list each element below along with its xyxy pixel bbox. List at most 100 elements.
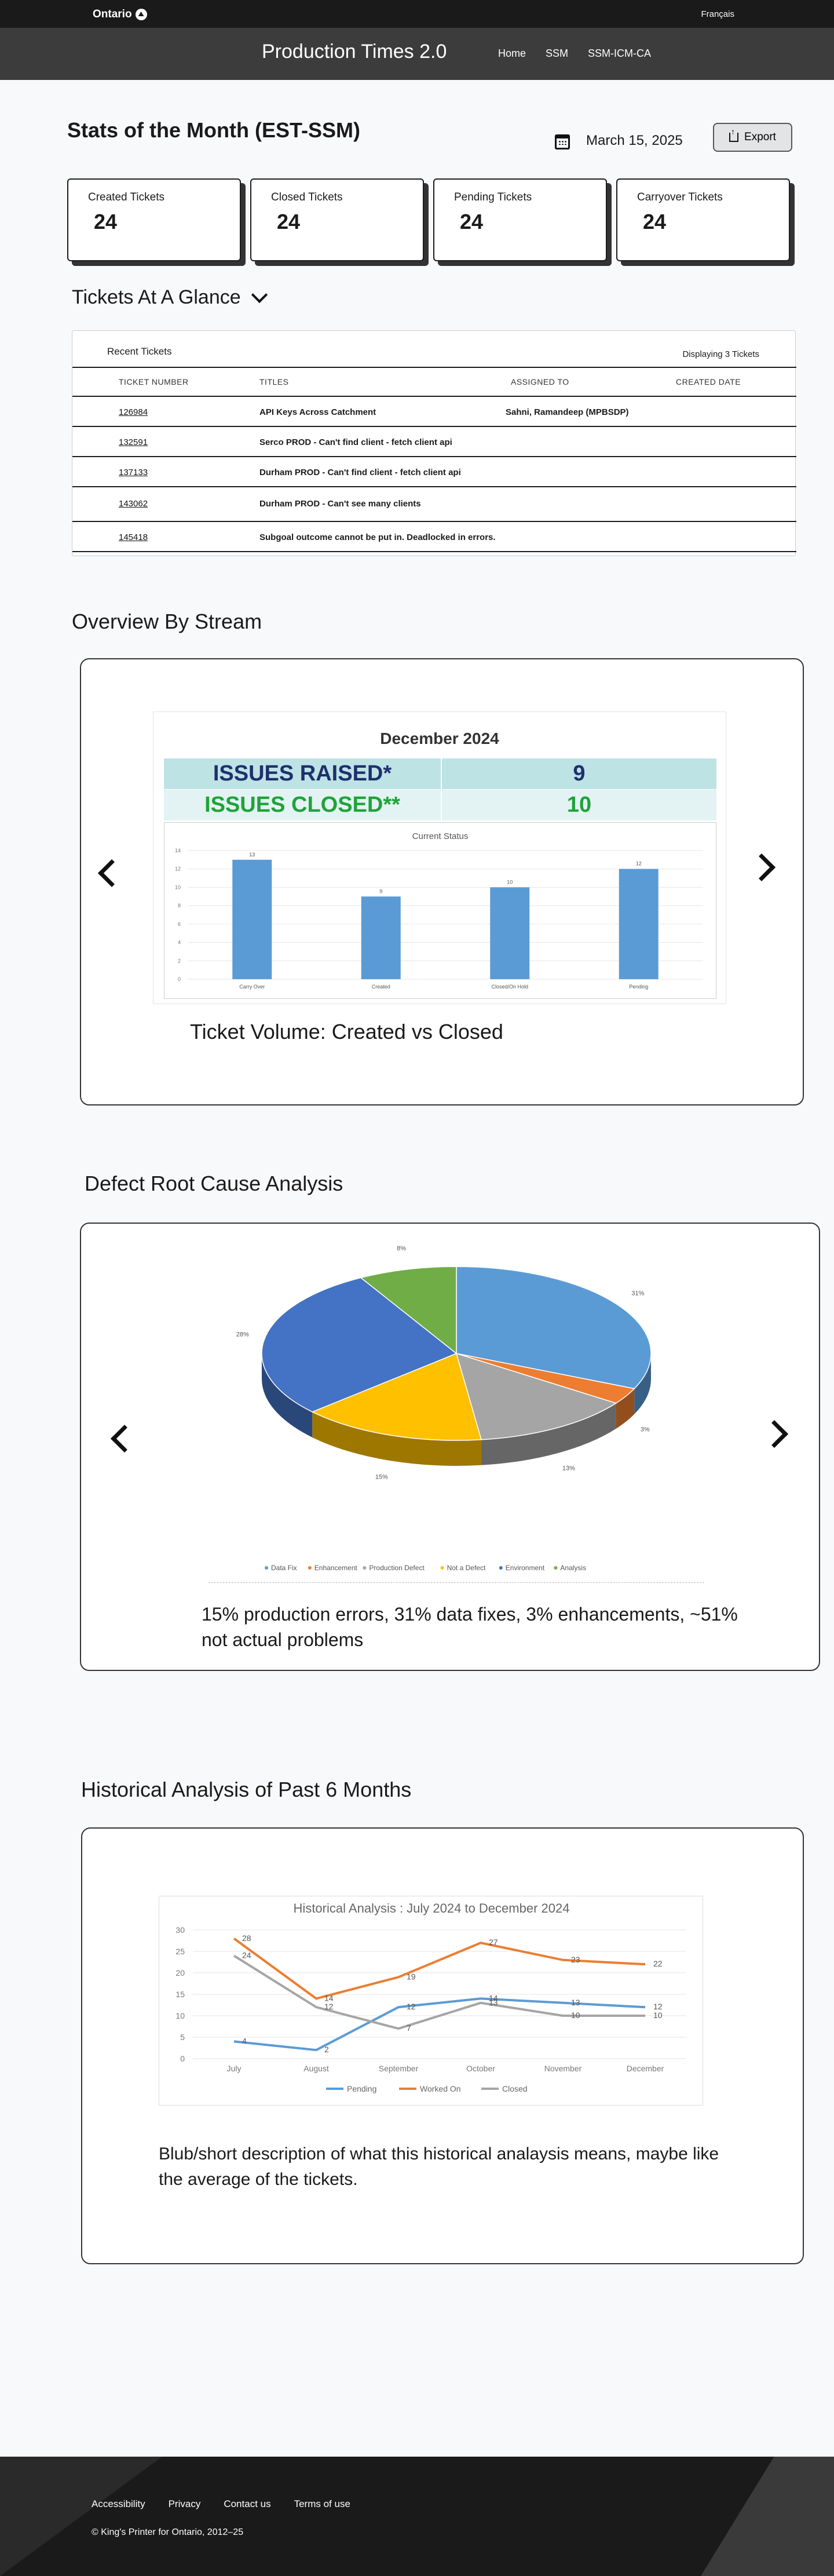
displaying-count: Displaying 3 Tickets: [682, 349, 759, 359]
y-tick-label: 15: [175, 1990, 185, 1999]
ticket-number-link[interactable]: 132591: [119, 437, 148, 447]
legend-label: Not a Defect: [447, 1564, 486, 1572]
bar-value-label: 13: [249, 852, 255, 858]
column-header[interactable]: ASSIGNED TO: [511, 377, 569, 386]
footer-copyright: © King's Printer for Ontario, 2012–25: [92, 2527, 244, 2537]
y-tick-label: 6: [178, 921, 181, 927]
data-label: 12: [653, 2002, 663, 2011]
stats-date: March 15, 2025: [586, 133, 683, 148]
bar-value-label: 9: [379, 888, 382, 894]
table-row[interactable]: 137133 Durham PROD - Can't find client -…: [72, 457, 796, 486]
legend-label: Analysis: [560, 1564, 586, 1572]
issues-closed-row: ISSUES CLOSED** 10: [164, 790, 716, 820]
x-tick-label: August: [303, 2064, 329, 2073]
y-tick-label: 12: [175, 866, 181, 872]
legend-marker: [554, 1566, 558, 1570]
divider: [72, 551, 796, 552]
x-tick-label: July: [227, 2064, 242, 2073]
stat-card-value: 24: [643, 210, 667, 233]
calendar-icon[interactable]: [555, 134, 570, 149]
bar-value-label: 10: [507, 879, 513, 885]
stat-card-pending: Pending Tickets 24: [433, 178, 607, 261]
data-label: 10: [571, 2011, 580, 2020]
legend-label: Pending: [347, 2084, 376, 2093]
ticket-title: Subgoal outcome cannot be put in. Deadlo…: [259, 532, 496, 542]
y-tick-label: 4: [178, 940, 181, 946]
stat-card-value: 24: [277, 210, 301, 233]
legend-marker: [265, 1566, 268, 1570]
issues-raised-label: ISSUES RAISED*: [164, 758, 441, 789]
table-row[interactable]: 132591 Serco PROD - Can't find client - …: [72, 427, 796, 456]
chart-title: Historical Analysis : July 2024 to Decem…: [294, 1901, 570, 1915]
issues-raised-value: 9: [442, 758, 716, 789]
issues-closed-value: 10: [442, 790, 716, 820]
language-toggle-link[interactable]: Français: [701, 9, 734, 19]
data-label: 4: [242, 2036, 247, 2045]
upload-icon: [729, 127, 739, 142]
legend-label: Data Fix: [271, 1564, 297, 1572]
historical-section-title: Historical Analysis of Past 6 Months: [81, 1778, 412, 1801]
stat-card-value: 24: [94, 210, 118, 233]
bar: [232, 859, 272, 979]
x-tick-label: Closed/On Hold: [491, 984, 528, 990]
y-tick-label: 20: [175, 1968, 185, 1977]
table-row[interactable]: 143062 Durham PROD - Can't see many clie…: [72, 488, 796, 517]
legend-marker: [363, 1566, 367, 1570]
table-row[interactable]: 145418 Subgoal outcome cannot be put in.…: [72, 522, 796, 551]
data-label: 23: [571, 1955, 580, 1964]
ticket-number-link[interactable]: 145418: [119, 532, 148, 542]
pie-data-label: 15%: [375, 1474, 388, 1481]
historical-caption: Blub/short description of what this hist…: [159, 2144, 719, 2189]
footer-link-terms[interactable]: Terms of use: [294, 2498, 350, 2510]
x-tick-label: September: [379, 2064, 419, 2073]
legend-label: Closed: [502, 2084, 528, 2093]
column-header[interactable]: CREATED DATE: [676, 377, 741, 386]
data-label: 14: [324, 1993, 334, 2002]
series-line: [233, 1938, 646, 2000]
pie-data-label: 28%: [236, 1331, 249, 1338]
ticket-number-link[interactable]: 137133: [119, 468, 148, 477]
y-tick-label: 0: [178, 976, 181, 982]
ticket-assignee: Sahni, Ramandeep (MPBSDP): [506, 407, 629, 417]
legend-marker: [440, 1566, 444, 1570]
ticket-number-link[interactable]: 143062: [119, 499, 148, 509]
site-footer: Accessibility Privacy Contact us Terms o…: [0, 2457, 834, 2576]
ontario-logo[interactable]: Ontario: [93, 8, 147, 21]
app-title: Production Times 2.0: [262, 41, 447, 63]
footer-link-accessibility[interactable]: Accessibility: [92, 2498, 145, 2510]
footer-links: Accessibility Privacy Contact us Terms o…: [92, 2498, 350, 2510]
export-button[interactable]: Export: [713, 123, 792, 152]
ontario-logo-text: Ontario: [93, 8, 132, 20]
column-header[interactable]: TICKET NUMBER: [119, 377, 189, 386]
stat-card-label: Closed Tickets: [271, 191, 343, 203]
legend-marker: [308, 1566, 312, 1570]
recent-tickets-label: Recent Tickets: [107, 346, 172, 357]
pie-data-label: 3%: [641, 1426, 650, 1433]
glance-section-toggle[interactable]: Tickets At A Glance: [72, 286, 268, 309]
ticket-number-link[interactable]: 126984: [119, 407, 148, 417]
nav-ssm-link[interactable]: SSM: [546, 48, 568, 60]
footer-decoration: [701, 2457, 834, 2576]
chevron-down-icon: [251, 286, 268, 303]
data-label: 12: [407, 2002, 416, 2011]
data-label: 12: [324, 2002, 334, 2011]
footer-link-privacy[interactable]: Privacy: [169, 2498, 201, 2510]
defect-section-title: Defect Root Cause Analysis: [85, 1172, 343, 1195]
legend-label: Worked On: [420, 2084, 461, 2093]
x-tick-label: November: [544, 2064, 582, 2073]
stat-card-label: Carryover Tickets: [637, 191, 723, 203]
trillium-icon: [135, 9, 147, 20]
ticket-title: Durham PROD - Can't find client - fetch …: [259, 468, 461, 477]
column-header[interactable]: TITLES: [259, 377, 288, 386]
data-label: 24: [242, 1950, 251, 1960]
footer-link-contact[interactable]: Contact us: [224, 2498, 270, 2510]
nav-ssm-icm-ca-link[interactable]: SSM-ICM-CA: [588, 48, 651, 60]
legend-label: Enhancement: [314, 1564, 358, 1572]
table-row[interactable]: 126984 API Keys Across Catchment Sahni, …: [72, 397, 796, 426]
chart-title: Current Status: [412, 831, 469, 841]
nav-home-link[interactable]: Home: [498, 48, 526, 60]
y-tick-label: 0: [180, 2054, 185, 2063]
historical-line-chart: Historical Analysis : July 2024 to Decem…: [159, 1896, 703, 2106]
issues-raised-row: ISSUES RAISED* 9: [164, 758, 716, 789]
data-label: 7: [407, 2023, 411, 2033]
